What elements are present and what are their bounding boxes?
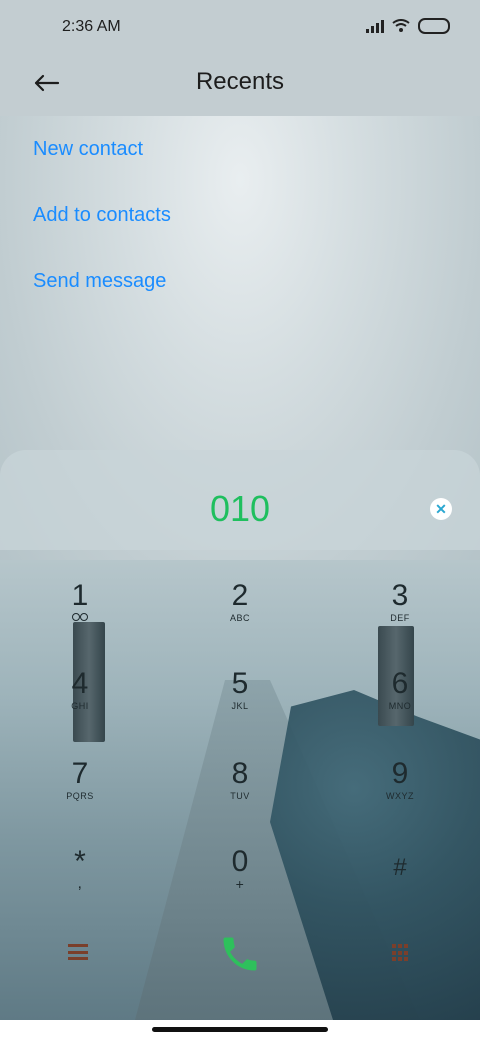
- clear-number-button[interactable]: ✕: [430, 498, 452, 520]
- status-bar: 2:36 AM: [0, 0, 480, 54]
- new-contact-link[interactable]: New contact: [33, 138, 143, 161]
- key-8[interactable]: 8 TUV: [192, 758, 288, 802]
- key-digit: 7: [71, 757, 89, 790]
- send-message-link[interactable]: Send message: [33, 270, 166, 293]
- key-digit: 5: [231, 667, 249, 700]
- key-digit: 1: [71, 579, 89, 612]
- key-digit: 6: [391, 667, 409, 700]
- close-icon: ✕: [435, 501, 447, 517]
- dialed-number[interactable]: 010: [0, 488, 480, 530]
- key-6[interactable]: 6 MNO: [352, 668, 448, 712]
- key-letters: TUV: [230, 791, 250, 801]
- page-title: Recents: [195, 68, 285, 95]
- add-to-contacts-link[interactable]: Add to contacts: [33, 204, 171, 227]
- hamburger-menu-icon[interactable]: [68, 944, 88, 960]
- key-digit: *: [74, 845, 86, 878]
- call-button[interactable]: [214, 928, 266, 980]
- key-0[interactable]: 0 +: [192, 845, 288, 892]
- key-4[interactable]: 4 GHI: [32, 668, 128, 712]
- key-digit: 0: [231, 845, 249, 878]
- key-1[interactable]: 1: [32, 580, 128, 624]
- key-star[interactable]: * ,: [32, 845, 128, 892]
- key-letters: ,: [77, 875, 83, 892]
- key-hash[interactable]: #: [352, 852, 448, 884]
- key-digit: 2: [231, 579, 249, 612]
- key-5[interactable]: 5 JKL: [192, 668, 288, 712]
- key-digit: 3: [391, 579, 409, 612]
- key-letters: WXYZ: [386, 791, 414, 801]
- key-digit: 4: [71, 667, 89, 700]
- key-letters: DEF: [390, 613, 410, 623]
- key-letters: ABC: [229, 613, 250, 623]
- key-3[interactable]: 3 DEF: [352, 580, 448, 624]
- battery-icon: [418, 18, 450, 34]
- phone-icon: [223, 937, 257, 971]
- dialpad-grid-icon[interactable]: [392, 944, 410, 962]
- key-7[interactable]: 7 PQRS: [32, 758, 128, 802]
- home-indicator[interactable]: [152, 1027, 328, 1032]
- key-letters: +: [235, 876, 245, 892]
- key-letters: PQRS: [66, 791, 94, 801]
- status-icons: [366, 18, 450, 34]
- key-digit: 9: [391, 757, 409, 790]
- key-2[interactable]: 2 ABC: [192, 580, 288, 624]
- key-digit: 8: [231, 757, 249, 790]
- key-digit: #: [393, 854, 407, 881]
- voicemail-icon: [32, 612, 128, 624]
- key-9[interactable]: 9 WXYZ: [352, 758, 448, 802]
- key-letters: MNO: [388, 701, 412, 711]
- wifi-icon: [392, 19, 410, 32]
- key-letters: JKL: [231, 701, 249, 711]
- status-time: 2:36 AM: [62, 18, 121, 35]
- signal-icon: [366, 19, 384, 33]
- key-letters: GHI: [71, 701, 89, 711]
- app-header: Recents: [0, 54, 480, 116]
